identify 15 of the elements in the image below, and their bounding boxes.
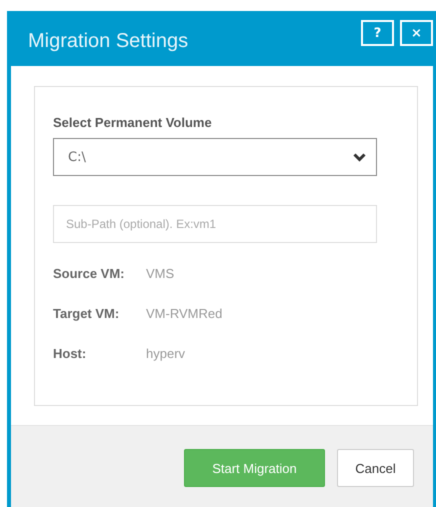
detail-label: Host: [53,346,88,360]
detail-value: hyperv [146,346,186,360]
detail-label: Source VM: [53,266,126,280]
detail-label: Target VM: [53,306,120,320]
volume-label: Select Permanent Volume [53,115,213,130]
help-button[interactable]: ? [361,20,394,46]
start-migration-button[interactable]: Start Migration [184,449,325,487]
detail-value: VMS [146,266,174,280]
cancel-button[interactable]: Cancel [337,449,414,487]
detail-value: VM-RVMRed [146,306,222,320]
window-title: Migration Settings [28,30,188,53]
volume-select[interactable]: C:\ [53,138,377,176]
close-button[interactable]: × [400,20,433,46]
sub-path-field[interactable]: Sub-Path (optional). Ex:vm1 [53,205,377,243]
chevron-down-icon [353,152,366,162]
